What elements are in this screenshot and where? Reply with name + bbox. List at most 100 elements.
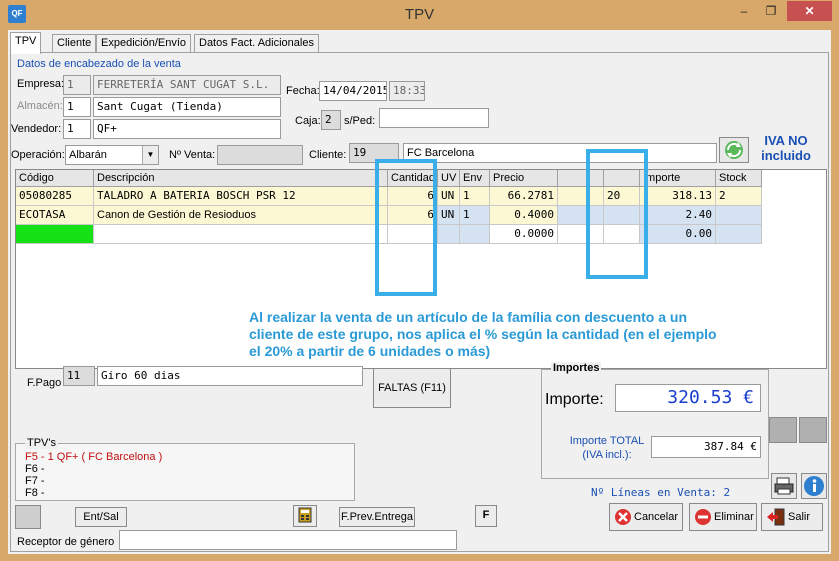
sped-field[interactable] [379, 108, 489, 128]
importe-label: Importe: [545, 391, 604, 408]
client-area: TPV Cliente Expedición/Envío Datos Fact.… [8, 30, 831, 554]
caja-label: Caja: [295, 115, 321, 127]
print-button[interactable] [771, 473, 797, 499]
iva-line2: incluido [761, 148, 811, 163]
col-header-descripcion[interactable]: Descripción [94, 170, 388, 187]
cancel-icon [615, 509, 631, 525]
salir-button[interactable]: Salir [761, 503, 823, 531]
caja-field[interactable]: 2 [321, 110, 341, 130]
col-header-importe[interactable]: Importe [640, 170, 716, 187]
cell-stock[interactable] [716, 206, 762, 225]
col-header-stock[interactable]: Stock [716, 170, 762, 187]
col-header-uv[interactable]: UV [438, 170, 460, 187]
cell-codigo[interactable]: 05080285 [16, 187, 94, 206]
cell-importe[interactable]: 2.40 [640, 206, 716, 225]
maximize-button[interactable]: ❐ [758, 1, 784, 21]
tab-cliente[interactable]: Cliente [52, 34, 97, 53]
vendedor-name-field[interactable]: QF+ [93, 119, 281, 139]
importe-total-field[interactable]: 387.84 € [651, 436, 761, 458]
col-header-precio[interactable]: Precio [490, 170, 558, 187]
f-button[interactable]: F [475, 505, 497, 527]
cell-codigo-active[interactable] [16, 225, 94, 244]
iva-no-incluido-label: IVA NO incluido [753, 133, 819, 163]
info-button[interactable] [801, 473, 827, 499]
title-bar: QF TPV – ❐ ✕ [0, 0, 839, 30]
side-button-left[interactable] [769, 417, 797, 443]
almacen-name-field[interactable]: Sant Cugat (Tienda) [93, 97, 281, 117]
hora-field[interactable]: 18:33 [389, 81, 425, 101]
sped-label: s/Ped: [344, 115, 376, 127]
cell-stock[interactable]: 2 [716, 187, 762, 206]
calculator-button[interactable] [293, 505, 317, 527]
iva-line1: IVA NO [764, 133, 808, 148]
almacen-label: Almacén: [17, 100, 63, 112]
tpv-item-f6[interactable]: F6 - [25, 463, 45, 475]
col-header-codigo[interactable]: Código [16, 170, 94, 187]
minimize-button[interactable]: – [731, 1, 757, 21]
cell-importe[interactable]: 318.13 [640, 187, 716, 206]
tpv-item-f5[interactable]: F5 - 1 QF+ ( FC Barcelona ) [25, 451, 162, 463]
nventa-field[interactable] [217, 145, 303, 165]
refresh-button[interactable] [719, 137, 749, 163]
cell-descripcion[interactable]: Canon de Gestión de Resioduos [94, 206, 388, 225]
cancelar-label: Cancelar [634, 511, 679, 523]
cancelar-button[interactable]: Cancelar [609, 503, 683, 531]
cell-precio[interactable]: 0.4000 [490, 206, 558, 225]
vendedor-code-field[interactable]: 1 [63, 119, 91, 139]
empresa-code-field[interactable]: 1 [63, 75, 91, 95]
cell-descripcion[interactable] [94, 225, 388, 244]
vendedor-label: Vendedor: [11, 123, 62, 135]
ent-sal-button[interactable]: Ent/Sal [75, 507, 127, 527]
side-button-right[interactable] [799, 417, 827, 443]
importe-value-field[interactable]: 320.53 € [615, 384, 761, 412]
almacen-code-field[interactable]: 1 [63, 97, 91, 117]
cell-codigo[interactable]: ECOTASA [16, 206, 94, 225]
cell-env[interactable]: 1 [460, 187, 490, 206]
tab-expedicion[interactable]: Expedición/Envío [96, 34, 191, 53]
tpvs-title: TPV's [25, 437, 58, 449]
importes-group-title: Importes [551, 362, 602, 374]
faltas-button[interactable]: FALTAS (F11) [373, 368, 451, 408]
tpv-item-f8[interactable]: F8 - [25, 487, 45, 499]
toggle-button[interactable] [15, 505, 41, 529]
salir-label: Salir [788, 511, 811, 523]
empresa-name-field[interactable]: FERRETERÍA SANT CUGAT S.L. [93, 75, 281, 95]
tpv-item-f7[interactable]: F7 - [25, 475, 45, 487]
cell-precio[interactable]: 66.2781 [490, 187, 558, 206]
section-label: Datos de encabezado de la venta [17, 58, 181, 70]
prev-entrega-button[interactable]: F.Prev.Entrega [339, 507, 415, 527]
operacion-value: Albarán [69, 149, 107, 161]
close-button[interactable]: ✕ [787, 1, 832, 21]
importe-total-line2: (IVA incl.): [582, 449, 632, 461]
cell-uv[interactable]: UN [438, 206, 460, 225]
window-title: TPV [404, 6, 435, 23]
cliente-name-field[interactable]: FC Barcelona [403, 143, 717, 163]
fpago-name-field[interactable]: Giro 60 dias [97, 366, 363, 386]
tab-datos-fact[interactable]: Datos Fact. Adicionales [194, 34, 319, 53]
cell-uv[interactable] [438, 225, 460, 244]
importe-total-label: Importe TOTAL (IVA incl.): [565, 434, 649, 462]
exit-door-icon [767, 508, 785, 526]
cell-env[interactable]: 1 [460, 206, 490, 225]
descuento-highlight-box [586, 149, 648, 279]
fpago-code-field[interactable]: 11 [63, 366, 95, 386]
cell-descripcion[interactable]: TALADRO A BATERIA BOSCH PSR 12 [94, 187, 388, 206]
eliminar-button[interactable]: Eliminar [689, 503, 757, 531]
cell-stock[interactable] [716, 225, 762, 244]
col-header-env[interactable]: Env [460, 170, 490, 187]
tab-tpv[interactable]: TPV [10, 32, 42, 54]
operacion-select[interactable]: Albarán ▼ [65, 145, 159, 165]
cell-uv[interactable]: UN [438, 187, 460, 206]
cell-env[interactable] [460, 225, 490, 244]
chevron-down-icon[interactable]: ▼ [142, 146, 158, 164]
cell-precio[interactable]: 0.0000 [490, 225, 558, 244]
printer-icon [774, 477, 794, 495]
receptor-field[interactable] [119, 530, 457, 550]
info-icon [804, 476, 824, 496]
fecha-field[interactable]: 14/04/2015 [319, 81, 387, 101]
delete-icon [695, 509, 711, 525]
lineas-en-venta: Nº Líneas en Venta: 2 [591, 486, 731, 499]
cell-importe[interactable]: 0.00 [640, 225, 716, 244]
nventa-label: Nº Venta: [169, 149, 216, 161]
cantidad-highlight-box [375, 159, 437, 296]
